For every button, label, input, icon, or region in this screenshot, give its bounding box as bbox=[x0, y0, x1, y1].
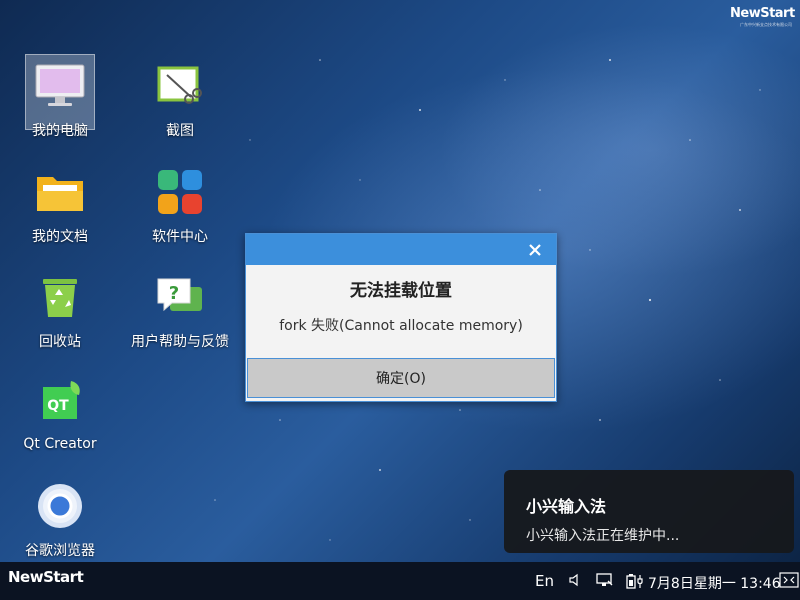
icon-label: 用户帮助与反馈 bbox=[131, 334, 229, 350]
dialog-message: fork 失败(Cannot allocate memory) bbox=[279, 318, 523, 334]
brand-subtitle: 广东中兴新支点技术有限公司 bbox=[740, 22, 792, 27]
desktop-icon-software-center[interactable]: 软件中心 bbox=[120, 160, 240, 246]
desktop-icon-help[interactable]: ? 用户帮助与反馈 bbox=[120, 265, 240, 351]
qt-creator-icon: QT bbox=[32, 374, 88, 430]
help-icon: ? bbox=[152, 269, 208, 325]
desktop-icon-my-computer[interactable]: 我的电脑 bbox=[0, 54, 120, 140]
brand-logo: NewStart 广东中兴新支点技术有限公司 bbox=[730, 6, 795, 28]
folder-icon bbox=[32, 164, 88, 220]
start-menu-button[interactable]: NewStart bbox=[8, 568, 84, 586]
desktop-icon-screenshot[interactable]: 截图 bbox=[120, 54, 240, 140]
screenshot-icon bbox=[152, 58, 208, 114]
icon-label: 我的文档 bbox=[32, 229, 88, 245]
volume-icon[interactable] bbox=[568, 573, 582, 587]
icon-label: 软件中心 bbox=[152, 229, 208, 245]
dialog-titlebar bbox=[246, 234, 556, 265]
icon-label: 截图 bbox=[166, 123, 194, 139]
notification-toast[interactable]: 小兴输入法 小兴输入法正在维护中... bbox=[504, 470, 794, 553]
icon-label: 我的电脑 bbox=[32, 123, 88, 139]
recycle-bin-icon bbox=[32, 269, 88, 325]
battery-icon[interactable] bbox=[626, 573, 646, 589]
input-language-indicator[interactable]: En bbox=[535, 572, 554, 590]
notification-body: 小兴输入法正在维护中... bbox=[526, 528, 680, 544]
icon-label: Qt Creator bbox=[23, 436, 97, 452]
close-icon[interactable] bbox=[524, 239, 546, 261]
ok-button[interactable]: 确定(O) bbox=[247, 358, 555, 398]
network-icon[interactable] bbox=[596, 573, 614, 587]
clock[interactable]: 7月8日星期一 13:46 bbox=[648, 573, 781, 593]
icon-label: 谷歌浏览器 bbox=[25, 543, 95, 559]
icon-label: 回收站 bbox=[39, 334, 81, 350]
selection-highlight bbox=[25, 54, 95, 130]
desktop-icon-qt-creator[interactable]: QT Qt Creator bbox=[0, 370, 120, 456]
desktop-icon-my-documents[interactable]: 我的文档 bbox=[0, 160, 120, 246]
software-center-icon bbox=[152, 164, 208, 220]
mount-error-dialog: 无法挂载位置 fork 失败(Cannot allocate memory) 确… bbox=[245, 233, 557, 402]
brand-name: NewStart bbox=[730, 6, 795, 21]
notification-title: 小兴输入法 bbox=[526, 497, 607, 516]
svg-text:?: ? bbox=[169, 283, 179, 304]
desktop-icon-recycle-bin[interactable]: 回收站 bbox=[0, 265, 120, 351]
svg-text:QT: QT bbox=[47, 398, 69, 414]
chrome-icon bbox=[32, 478, 88, 534]
desktop-icon-chrome[interactable]: 谷歌浏览器 bbox=[0, 474, 120, 560]
show-desktop-icon[interactable] bbox=[779, 572, 799, 588]
taskbar: NewStart En 7月8日星期一 13:46 bbox=[0, 562, 800, 600]
dialog-title: 无法挂载位置 bbox=[350, 281, 452, 301]
